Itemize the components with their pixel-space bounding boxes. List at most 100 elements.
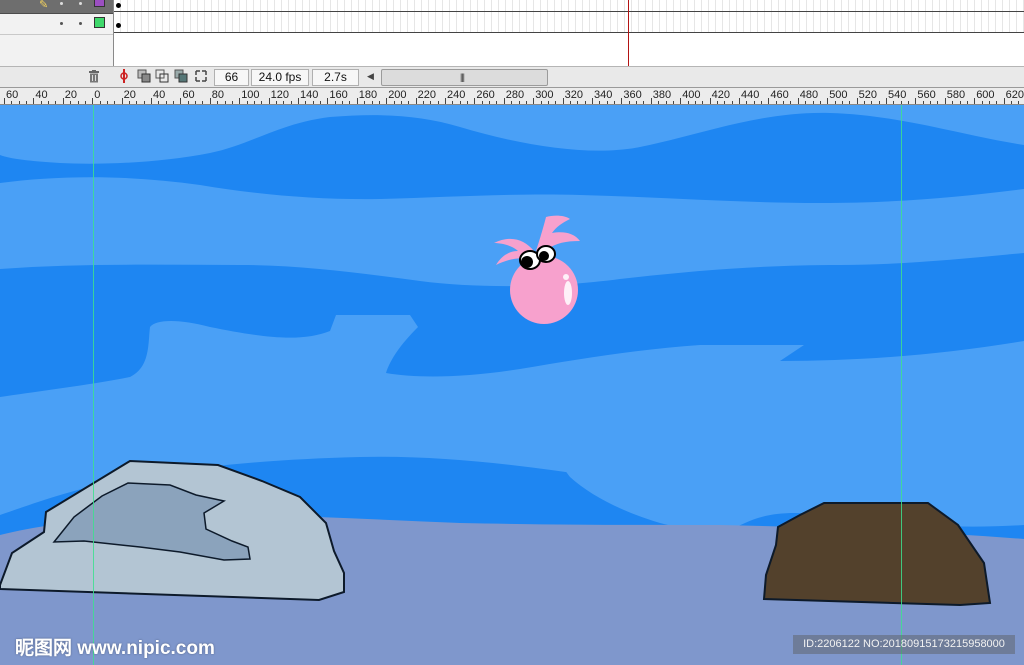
- ruler-minor-tick: [202, 101, 204, 104]
- center-frame-icon[interactable]: [117, 69, 131, 83]
- ruler-minor-tick: [489, 101, 491, 104]
- ruler-minor-tick: [849, 101, 851, 104]
- ruler-minor-tick: [724, 101, 726, 104]
- stage-canvas[interactable]: [0, 105, 1024, 665]
- ruler-minor-tick: [834, 101, 836, 104]
- visibility-dot-icon[interactable]: [60, 22, 63, 25]
- ruler-minor-tick: [996, 101, 998, 104]
- ruler-minor-tick: [70, 101, 72, 104]
- ruler-tick: [709, 98, 711, 104]
- ruler-label: 60: [182, 89, 195, 101]
- ruler-minor-tick: [606, 101, 608, 104]
- ruler-minor-tick: [952, 101, 954, 104]
- onion-skin-icon[interactable]: [137, 69, 151, 83]
- ruler-minor-tick: [783, 101, 785, 104]
- ruler-tick: [151, 98, 152, 104]
- ruler-label: 400: [682, 89, 701, 101]
- layer-row-active[interactable]: ✎: [0, 0, 113, 14]
- ruler-minor-tick: [371, 101, 373, 104]
- ruler-label: 380: [652, 89, 672, 101]
- keyframe-dot[interactable]: [116, 23, 121, 28]
- ruler-label: 560: [917, 89, 936, 101]
- ruler-minor-tick: [841, 101, 843, 104]
- ruler-minor-tick: [643, 101, 645, 104]
- ruler-minor-tick: [922, 101, 924, 104]
- ruler-minor-tick: [408, 101, 410, 104]
- ruler-minor-tick: [320, 101, 322, 104]
- ruler-label: 60: [6, 89, 19, 101]
- ruler-label: 220: [417, 89, 436, 101]
- ruler-tick: [33, 98, 35, 104]
- layer-list: ✎: [0, 0, 114, 67]
- edit-multiple-frames-icon[interactable]: [174, 69, 188, 83]
- ruler-label: 340: [594, 89, 613, 101]
- ruler-minor-tick: [231, 101, 233, 104]
- ruler-minor-tick: [224, 101, 226, 104]
- ruler-minor-tick: [775, 101, 777, 104]
- ruler-minor-tick: [702, 101, 704, 104]
- scroll-left-arrow-icon[interactable]: ◀: [367, 70, 377, 83]
- ruler-tick: [1003, 98, 1005, 104]
- vertical-guide-left[interactable]: [93, 105, 94, 665]
- ruler-minor-tick: [753, 101, 755, 104]
- ruler-minor-tick: [18, 101, 20, 104]
- layer-color-swatch[interactable]: [94, 0, 105, 7]
- ruler-tick: [209, 98, 211, 104]
- modify-markers-icon[interactable]: [194, 69, 208, 83]
- ruler-minor-tick: [128, 101, 130, 104]
- ruler-minor-tick: [716, 101, 718, 104]
- vertical-guide-right[interactable]: [901, 105, 902, 665]
- lock-dot-icon[interactable]: [79, 22, 82, 25]
- current-frame-field[interactable]: 66: [214, 69, 249, 86]
- frame-row[interactable]: [114, 12, 1024, 33]
- lock-dot-icon[interactable]: [79, 2, 82, 5]
- ruler-tick: [268, 98, 270, 104]
- ruler-minor-tick: [790, 101, 792, 104]
- trash-icon[interactable]: [88, 70, 100, 83]
- ruler-minor-tick: [217, 101, 219, 104]
- ruler-minor-tick: [569, 101, 571, 104]
- ruler-minor-tick: [187, 101, 189, 104]
- ruler-label: 20: [64, 89, 78, 101]
- ruler-tick: [533, 98, 535, 104]
- ruler-minor-tick: [393, 101, 395, 104]
- ruler-minor-tick: [540, 101, 542, 104]
- ruler-minor-tick: [158, 101, 160, 104]
- ruler-label: 80: [211, 89, 225, 101]
- layer-row[interactable]: [0, 13, 113, 35]
- ruler-label: 100: [241, 89, 260, 101]
- layer-color-swatch[interactable]: [94, 17, 105, 28]
- ruler-minor-tick: [547, 101, 549, 104]
- ruler-minor-tick: [908, 101, 910, 104]
- scrollbar-grip-icon[interactable]: |||: [460, 72, 465, 82]
- keyframe-dot[interactable]: [116, 3, 121, 8]
- playhead-line[interactable]: [628, 0, 629, 66]
- ruler-label: 160: [329, 89, 348, 101]
- ruler-tick: [298, 98, 299, 104]
- ruler-tick: [856, 98, 858, 104]
- horizontal-scrollbar[interactable]: |||: [381, 69, 548, 86]
- ruler-minor-tick: [761, 101, 763, 104]
- onion-skin-outlines-icon[interactable]: [155, 69, 169, 83]
- visibility-dot-icon[interactable]: [60, 2, 63, 5]
- ruler-tick: [827, 98, 829, 104]
- ruler-label: 40: [153, 89, 166, 101]
- ruler-label: 120: [270, 89, 289, 101]
- frame-grid[interactable]: [114, 0, 1024, 66]
- elapsed-time-field: 2.7s: [312, 69, 359, 86]
- ruler-tick: [562, 98, 564, 104]
- ruler-minor-tick: [731, 101, 733, 104]
- ruler-minor-tick: [966, 101, 968, 104]
- ruler-minor-tick: [143, 101, 145, 104]
- ruler-minor-tick: [812, 101, 814, 104]
- ruler-minor-tick: [422, 101, 424, 104]
- ruler-minor-tick: [312, 101, 314, 104]
- stage-artwork: [0, 105, 1024, 665]
- ruler-minor-tick: [930, 101, 932, 104]
- frame-row[interactable]: [114, 0, 1024, 12]
- frame-rate-field[interactable]: 24.0 fps: [251, 69, 309, 86]
- frame-row-empty: [114, 33, 1024, 66]
- ruler-tick: [886, 98, 887, 104]
- ruler-label: 360: [623, 89, 642, 101]
- ruler-minor-tick: [136, 101, 138, 104]
